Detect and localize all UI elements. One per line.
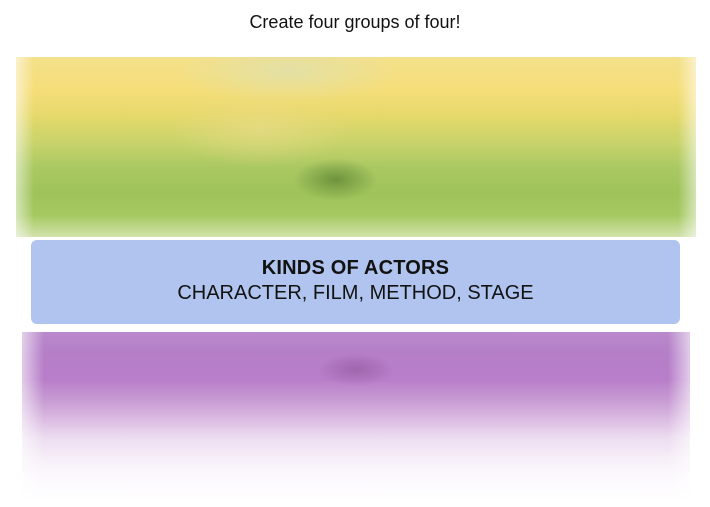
blur-edge-left — [16, 57, 34, 237]
solved-group-card: KINDS OF ACTORS CHARACTER, FILM, METHOD,… — [31, 240, 680, 324]
blur-edge-right — [668, 332, 690, 502]
connections-board: Create four groups of four! KINDS OF ACT… — [0, 0, 710, 507]
obscured-tile-row-bottom — [22, 332, 690, 502]
blurred-fill — [22, 332, 690, 502]
solved-group-members: CHARACTER, FILM, METHOD, STAGE — [177, 282, 534, 304]
blurred-fill — [16, 57, 696, 237]
blur-edge-left — [22, 332, 44, 502]
instructions-text: Create four groups of four! — [249, 12, 461, 32]
obscured-tile-row-top — [16, 57, 696, 237]
blur-edge-right — [678, 57, 696, 237]
solved-group-title: KINDS OF ACTORS — [261, 257, 450, 279]
